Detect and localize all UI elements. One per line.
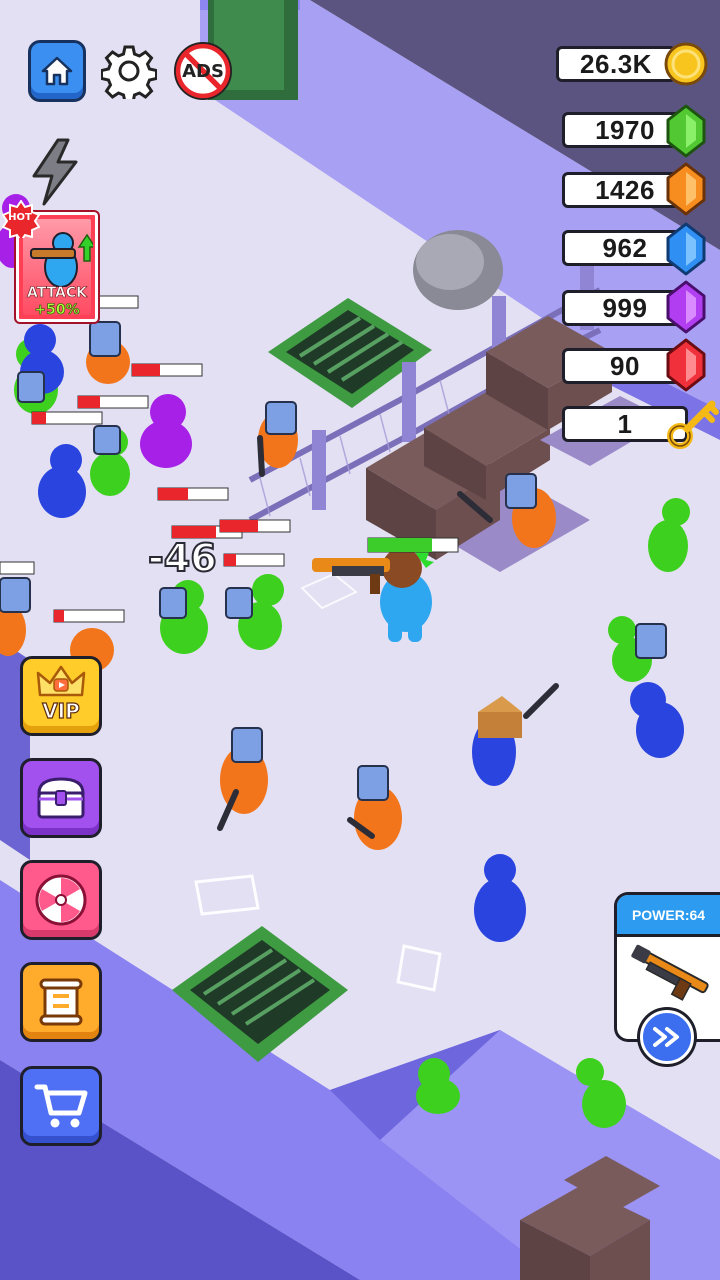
attack-bonus: +50% [34, 302, 80, 319]
red-gem-icon [666, 338, 706, 392]
vip-button[interactable]: VIP [20, 656, 102, 736]
vip-label: VIP [42, 698, 81, 723]
lucky-wheel-icon [35, 874, 87, 926]
settings-button[interactable] [100, 40, 158, 102]
damage-number: -46 [147, 535, 218, 581]
shopping-cart-icon [34, 1084, 88, 1128]
upgrade-weapon-button[interactable] [640, 1010, 694, 1064]
treasure-chest-button[interactable] [20, 758, 102, 838]
quest-button[interactable] [20, 962, 102, 1042]
gear-icon [101, 45, 157, 99]
attack-title: ATTACK [26, 285, 88, 302]
blue-gem-icon [666, 222, 706, 276]
orange-gem-icon [666, 162, 706, 216]
power-label: POWER:64 [617, 895, 720, 937]
crown-icon [36, 665, 86, 697]
treasure-chest-icon [37, 777, 85, 819]
gold-coin-icon [664, 42, 708, 86]
no-ads-label: ADS [182, 61, 224, 82]
hot-badge: HOT [1, 199, 41, 243]
fast-forward-icon [653, 1027, 679, 1047]
home-icon [41, 56, 73, 86]
home-button[interactable] [28, 40, 86, 102]
shotgun-icon [631, 944, 709, 1001]
lucky-wheel-button[interactable] [20, 860, 102, 940]
coins-value: 26.3K [556, 46, 676, 82]
lightning-icon[interactable] [28, 138, 82, 206]
hot-label: HOT [8, 212, 32, 223]
gold-key-icon [667, 400, 719, 449]
green-gem-icon [666, 104, 706, 158]
scroll-icon [39, 978, 83, 1026]
shop-button[interactable] [20, 1066, 102, 1146]
purple-gem-icon [666, 280, 706, 334]
no-ads-button[interactable]: ADS [174, 40, 232, 102]
